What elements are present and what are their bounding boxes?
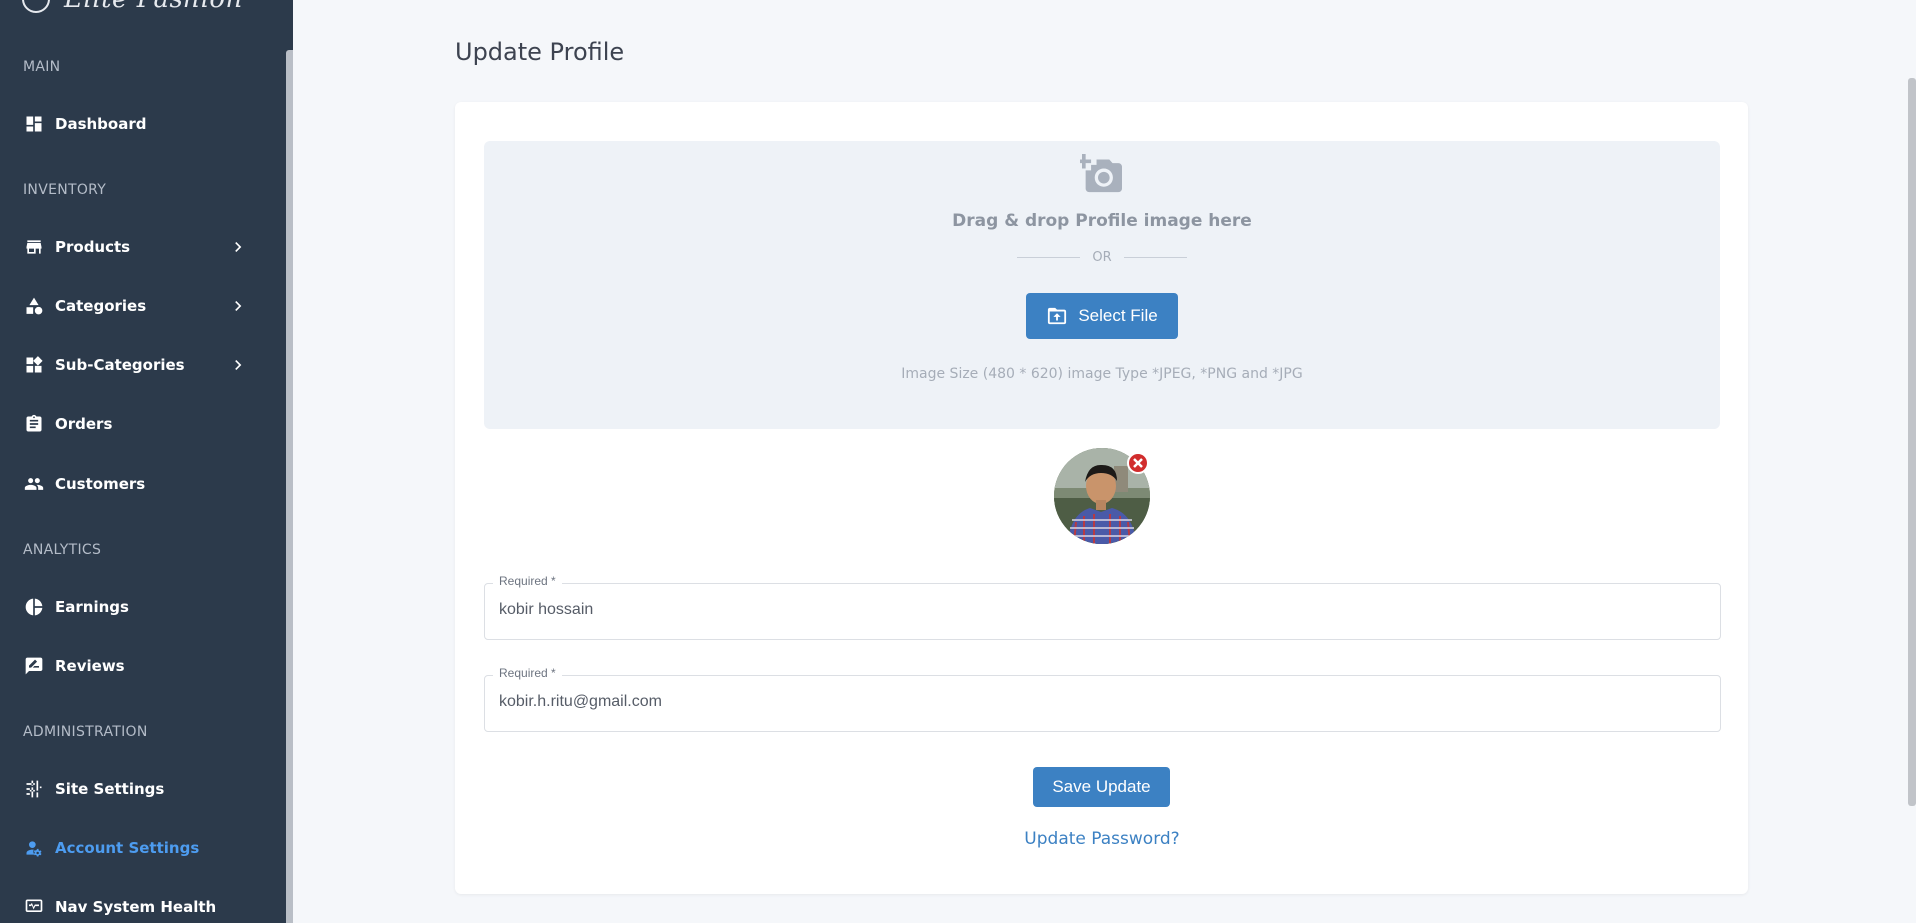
- chevron-right-icon: [228, 237, 248, 257]
- sidebar-item-earnings[interactable]: Earnings: [0, 584, 286, 630]
- sidebar-item-account-settings[interactable]: Account Settings: [0, 825, 286, 871]
- name-input[interactable]: kobir hossain: [499, 601, 1699, 619]
- sidebar-item-products[interactable]: Products: [0, 224, 286, 270]
- section-inventory-heading: INVENTORY: [23, 182, 107, 198]
- email-field-label: Required *: [493, 666, 562, 680]
- manage-accounts-icon: [23, 837, 45, 859]
- divider-line: [1017, 256, 1081, 258]
- sidebar-item-label: Dashboard: [55, 115, 147, 133]
- shapes-icon: [23, 295, 45, 317]
- sidebar: Elite Fashion MAIN Dashboard INVENTORY P…: [0, 0, 293, 923]
- select-file-button[interactable]: Select File: [1026, 293, 1178, 339]
- sidebar-item-orders[interactable]: Orders: [0, 401, 286, 447]
- sidebar-item-subcategories[interactable]: Sub-Categories: [0, 342, 286, 388]
- sidebar-item-label: Products: [55, 238, 131, 256]
- sidebar-item-label: Site Settings: [55, 780, 165, 798]
- pie-chart-icon: [23, 596, 45, 618]
- people-icon: [23, 473, 45, 495]
- sliders-icon: [23, 778, 45, 800]
- sidebar-item-label: Earnings: [55, 598, 129, 616]
- clipboard-icon: [23, 413, 45, 435]
- sidebar-item-site-settings[interactable]: Site Settings: [0, 766, 286, 812]
- folder-upload-icon: [1048, 307, 1067, 325]
- monitor-heart-icon: [23, 896, 45, 918]
- select-file-label: Select File: [1078, 306, 1158, 325]
- sidebar-item-nav-system-health[interactable]: Nav System Health: [0, 884, 286, 923]
- add-photo-icon: [1076, 154, 1124, 194]
- email-input[interactable]: kobir.h.ritu@gmail.com: [499, 693, 1699, 711]
- sidebar-scrollbar[interactable]: [286, 50, 293, 923]
- sidebar-item-label: Orders: [55, 415, 113, 433]
- or-label: OR: [1092, 249, 1112, 265]
- brand-logo-icon: [22, 0, 50, 13]
- save-update-button[interactable]: Save Update: [1033, 767, 1170, 807]
- section-main-heading: MAIN: [23, 59, 61, 75]
- sidebar-item-label: Reviews: [55, 657, 125, 675]
- image-size-hint: Image Size (480 * 620) image Type *JPEG,…: [901, 366, 1303, 382]
- dashboard-icon: [23, 113, 45, 135]
- sidebar-item-label: Nav System Health: [55, 898, 217, 916]
- name-field-label: Required *: [493, 574, 562, 588]
- page-title: Update Profile: [455, 38, 625, 66]
- page-scrollbar[interactable]: [1908, 78, 1916, 806]
- sidebar-item-categories[interactable]: Categories: [0, 283, 286, 329]
- divider-line: [1123, 256, 1188, 258]
- sidebar-item-label: Account Settings: [55, 839, 200, 857]
- brand-name: Elite Fashion: [64, 0, 243, 14]
- name-field[interactable]: Required * kobir hossain: [484, 574, 1721, 640]
- sidebar-item-customers[interactable]: Customers: [0, 461, 286, 507]
- or-divider: OR: [1017, 247, 1188, 267]
- chevron-right-icon: [228, 296, 248, 316]
- rate-review-icon: [23, 655, 45, 677]
- chevron-right-icon: [228, 355, 248, 375]
- section-administration-heading: ADMINISTRATION: [23, 724, 148, 740]
- widgets-icon: [23, 354, 45, 376]
- store-icon: [23, 236, 45, 258]
- brand-logo[interactable]: Elite Fashion: [22, 0, 243, 14]
- sidebar-item-label: Sub-Categories: [55, 356, 185, 374]
- update-password-link[interactable]: Update Password?: [984, 829, 1220, 849]
- section-analytics-heading: ANALYTICS: [23, 542, 102, 558]
- remove-image-button[interactable]: [1127, 452, 1149, 474]
- sidebar-item-dashboard[interactable]: Dashboard: [0, 101, 286, 147]
- sidebar-item-label: Customers: [55, 475, 146, 493]
- sidebar-item-label: Categories: [55, 297, 147, 315]
- dropzone-instruction: Drag & drop Profile image here: [952, 211, 1252, 231]
- sidebar-item-reviews[interactable]: Reviews: [0, 643, 286, 689]
- close-icon: [1133, 458, 1143, 468]
- email-field[interactable]: Required * kobir.h.ritu@gmail.com: [484, 666, 1721, 732]
